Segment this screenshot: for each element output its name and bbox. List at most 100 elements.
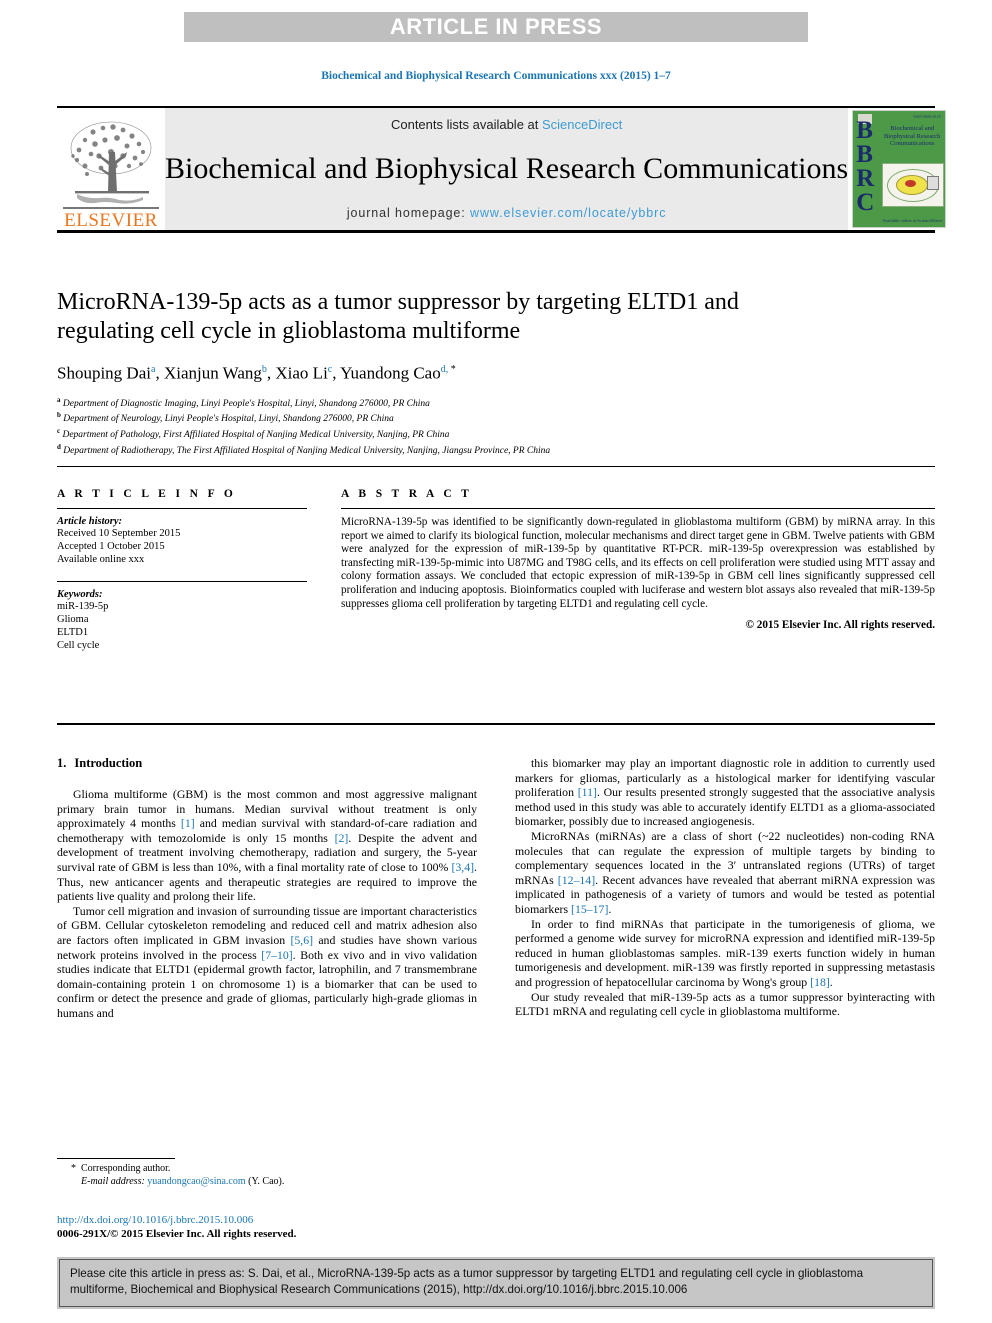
abstract-text: MicroRNA-139-5p was identified to be sig… [341, 516, 935, 610]
citation-ref[interactable]: [11] [578, 785, 597, 799]
section-number: 1. [57, 756, 67, 770]
masthead-center: Contents lists available at ScienceDirec… [165, 108, 849, 230]
paragraph: MicroRNAs (miRNAs) are a class of short … [515, 828, 936, 916]
email-note: E-mail address: yuandongcao@sina.com (Y.… [57, 1176, 477, 1189]
citation-ref[interactable]: [7–10] [261, 948, 292, 962]
affiliation-mark: c [57, 427, 61, 436]
affiliation-mark: d [57, 442, 61, 451]
article-info-heading: A R T I C L E I N F O [57, 488, 237, 500]
paragraph: In order to find miRNAs that participate… [515, 916, 935, 989]
journal-title: Biochemical and Biophysical Research Com… [165, 152, 849, 185]
abstract-copyright: © 2015 Elsevier Inc. All rights reserved… [745, 619, 935, 632]
article-info-spacer [57, 566, 307, 581]
journal-cover: ISSN 0006-291X BBRC Biochemical and Biop… [848, 108, 950, 230]
body-columns: 1. Introduction Glioma multiforme (GBM) i… [57, 756, 935, 1021]
masthead-bottom-rule [57, 230, 935, 233]
affiliation-text: Department of Neurology, Linyi People's … [63, 414, 394, 425]
bbrc-cover-image: ISSN 0006-291X BBRC Biochemical and Biop… [852, 110, 947, 228]
cover-figure [882, 163, 945, 207]
citation-ref[interactable]: [18] [810, 975, 830, 989]
affiliation-text: Department of Pathology, First Affiliate… [62, 430, 450, 441]
corresponding-text: Corresponding author. [81, 1163, 171, 1174]
corresponding-author-note: * Corresponding author. [57, 1163, 477, 1176]
journal-homepage-line: journal homepage: www.elsevier.com/locat… [347, 206, 667, 220]
article-history-label: Article history: [57, 516, 123, 527]
paragraph: Our study revealed that miR-139-5p acts … [515, 989, 935, 1019]
abstract-bottom-rule [57, 723, 935, 725]
paragraph: this biomarker may play an important dia… [515, 756, 935, 829]
citation-box: Please cite this article in press as: S.… [57, 1257, 935, 1309]
article-info-section: A R T I C L E I N F O Article history: R… [57, 488, 307, 652]
keyword-item: miR-139-5p [57, 601, 109, 612]
article-in-press-label: ARTICLE IN PRESS [389, 14, 603, 39]
contents-prefix: Contents lists available at [390, 117, 542, 132]
page-title: MicroRNA-139-5p acts as a tumor suppress… [57, 289, 739, 344]
title-block: MicroRNA-139-5p acts as a tumor suppress… [57, 288, 935, 458]
bbrc-letters: BBRC [856, 117, 875, 216]
paragraph: Tumor cell migration and invasion of sur… [57, 903, 477, 1020]
affiliation-item: c Department of Pathology, First Affilia… [57, 426, 935, 442]
footnote-block: * Corresponding author. E-mail address: y… [57, 1158, 477, 1188]
citation-box-inner: Please cite this article in press as: S.… [59, 1259, 933, 1307]
cover-figure-box [927, 176, 940, 190]
corresponding-author-marker[interactable]: * [451, 364, 456, 375]
running-head: Biochemical and Biophysical Research Com… [321, 70, 671, 82]
author-affil-mark[interactable]: d, [441, 364, 451, 375]
body-column-right: this biomarker may play an important dia… [515, 756, 935, 1021]
keywords-rule [57, 581, 307, 582]
section-title: Introduction [74, 756, 143, 770]
author-sep: , [155, 363, 164, 383]
article-history-online: Available online xxx [57, 554, 145, 565]
citation-ref[interactable]: [3,4] [451, 860, 474, 874]
info-section-top-rule [57, 466, 935, 467]
doi-link[interactable]: http://dx.doi.org/10.1016/j.bbrc.2015.10… [57, 1213, 477, 1227]
abstract-section: A B S T R A C T MicroRNA-139-5p was iden… [341, 488, 935, 631]
paragraph: Glioma multiforme (GBM) is the most comm… [57, 787, 478, 904]
citation-ref[interactable]: [15–17] [571, 902, 608, 916]
cover-bottom-text: Available online at ScienceDirect [882, 217, 943, 223]
affiliation-item: a Department of Diagnostic Imaging, Liny… [57, 395, 935, 411]
issn-copyright-line: 0006-291X/© 2015 Elsevier Inc. All right… [57, 1228, 297, 1240]
keyword-item: ELTD1 [57, 627, 89, 638]
contents-lists-line: Contents lists available at ScienceDirec… [391, 117, 622, 132]
footnote-rule [57, 1158, 175, 1159]
keywords-label: Keywords: [57, 589, 103, 600]
article-history-received: Received 10 September 2015 [57, 528, 181, 539]
sciencedirect-link[interactable]: ScienceDirect [542, 117, 622, 132]
body-column-left: 1. Introduction Glioma multiforme (GBM) i… [57, 756, 477, 1021]
author-sep: , [332, 363, 341, 383]
email-link[interactable]: yuandongcao@sina.com [147, 1176, 245, 1187]
email-label: E-mail address: [81, 1175, 145, 1187]
author-name: Shouping Dai [57, 363, 151, 383]
affiliation-list: a Department of Diagnostic Imaging, Liny… [57, 395, 935, 458]
journal-homepage-link[interactable]: www.elsevier.com/locate/ybbrc [470, 206, 666, 220]
affiliation-text: Department of Radiotherapy, The First Af… [63, 446, 551, 457]
cover-issn: ISSN 0006-291X [913, 114, 942, 119]
affiliation-mark: b [57, 411, 61, 420]
citation-ref[interactable]: [5,6] [290, 933, 313, 947]
affiliation-item: b Department of Neurology, Linyi People'… [57, 410, 935, 426]
affiliation-mark: a [57, 395, 61, 404]
citation-text: Please cite this article in press as: S.… [70, 1267, 864, 1296]
abstract-heading: A B S T R A C T [341, 488, 473, 500]
section-heading-introduction: 1. Introduction [57, 756, 477, 771]
author-name: Xianjun Wang [163, 363, 262, 383]
journal-masthead: ELSEVIER Contents lists available at Sci… [57, 106, 947, 233]
article-in-press-banner: ARTICLE IN PRESS [184, 12, 808, 42]
citation-ref[interactable]: [1] [181, 816, 195, 830]
abstract-rule [341, 508, 935, 509]
author-name: Yuandong Cao [340, 363, 441, 383]
author-list: Shouping Daia, Xianjun Wangb, Xiao Lic, … [57, 360, 935, 384]
doi-block: http://dx.doi.org/10.1016/j.bbrc.2015.10… [57, 1213, 477, 1241]
keyword-item: Glioma [57, 614, 89, 625]
affiliation-item: d Department of Radiotherapy, The First … [57, 442, 935, 458]
elsevier-tree-icon [65, 118, 157, 206]
author-name: Xiao Li [275, 363, 328, 383]
affiliation-text: Department of Diagnostic Imaging, Linyi … [62, 398, 430, 409]
article-history-accepted: Accepted 1 October 2015 [57, 541, 165, 552]
homepage-prefix: journal homepage: [346, 206, 471, 220]
citation-ref[interactable]: [12–14] [558, 873, 595, 887]
keyword-item: Cell cycle [57, 640, 100, 651]
citation-ref[interactable]: [2] [335, 831, 349, 845]
email-suffix: (Y. Cao). [248, 1175, 285, 1187]
